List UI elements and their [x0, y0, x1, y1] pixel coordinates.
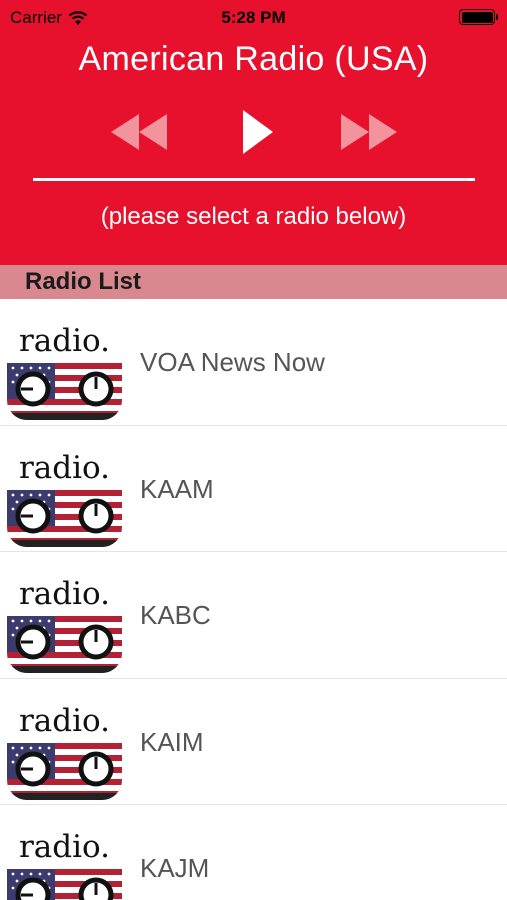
radio-name: VOA News Now [140, 347, 325, 377]
section-title: Radio List [25, 268, 142, 295]
radio-logo-text: radio. [19, 703, 110, 739]
radio-logo-icon: radio. [7, 811, 122, 900]
radio-logo-text: radio. [19, 323, 110, 359]
radio-logo-icon: radio. [7, 558, 122, 673]
selection-hint: (please select a radio below) [100, 203, 407, 230]
progress-bar[interactable] [33, 178, 475, 181]
radio-logo-icon: radio. [7, 684, 122, 800]
radio-name: KAJM [140, 853, 210, 883]
radio-logo-text: radio. [19, 829, 110, 865]
play-button[interactable] [228, 104, 288, 160]
list-item[interactable]: radio. KABC [0, 552, 507, 679]
radio-logo-text: radio. [19, 450, 110, 486]
rewind-button[interactable] [104, 104, 174, 160]
radio-name: KAIM [140, 726, 204, 757]
play-icon [243, 110, 273, 154]
rewind-icon [111, 114, 167, 150]
player-header: Carrier 5:28 PM American Radio (USA) (pl… [0, 0, 507, 265]
radio-name: KAAM [140, 473, 214, 504]
battery-icon [459, 9, 498, 25]
radio-logo-text: radio. [19, 576, 110, 612]
list-item[interactable]: radio. KAIM [0, 679, 507, 805]
fast-forward-button[interactable] [334, 104, 404, 160]
radio-logo-icon: radio. [7, 305, 122, 420]
playback-controls [0, 104, 507, 160]
fast-forward-icon [341, 114, 397, 150]
status-bar: Carrier 5:28 PM [0, 0, 507, 36]
radio-list[interactable]: radio. VOA News Now radio. KAAM radio. KABC ra… [0, 299, 507, 900]
list-item[interactable]: radio. KAJM [0, 805, 507, 900]
clock: 5:28 PM [221, 8, 286, 27]
list-item[interactable]: radio. KAAM [0, 426, 507, 552]
radio-name: KABC [140, 600, 211, 630]
radio-logo-icon: radio. [7, 431, 122, 547]
app-title: American Radio (USA) [78, 40, 429, 78]
section-header: Radio List [0, 265, 507, 299]
list-item[interactable]: radio. VOA News Now [0, 299, 507, 426]
